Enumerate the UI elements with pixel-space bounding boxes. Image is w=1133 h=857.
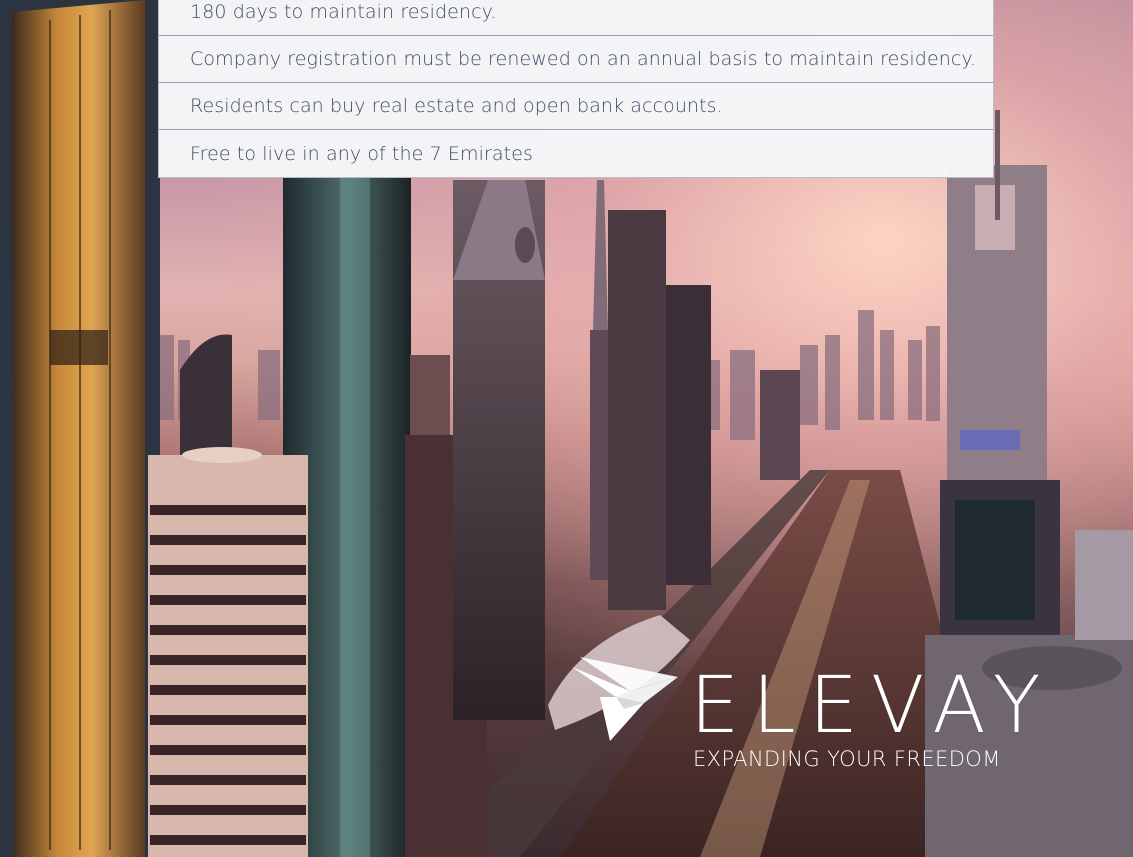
info-row-text: Free to live in any of the 7 Emirates: [190, 142, 534, 165]
info-row: 180 days to maintain residency.: [159, 0, 993, 36]
info-row-text: Company registration must be renewed on …: [190, 48, 977, 70]
brand-lockup: ELEVAY EXPANDING YOUR FREEDOM: [570, 655, 1050, 775]
page: 180 days to maintain residency. Company …: [0, 0, 1133, 857]
brand-tagline: EXPANDING YOUR FREEDOM: [693, 747, 1001, 771]
info-row: Residents can buy real estate and open b…: [159, 83, 993, 130]
info-row-text: Residents can buy real estate and open b…: [190, 95, 723, 117]
residency-info-table: 180 days to maintain residency. Company …: [158, 0, 994, 178]
info-row: Free to live in any of the 7 Emirates: [159, 130, 993, 177]
brand-name: ELEVAY: [690, 661, 1054, 751]
paper-plane-bird-icon: [572, 657, 678, 741]
info-row-text: 180 days to maintain residency.: [190, 1, 497, 23]
info-row: Company registration must be renewed on …: [159, 36, 993, 83]
